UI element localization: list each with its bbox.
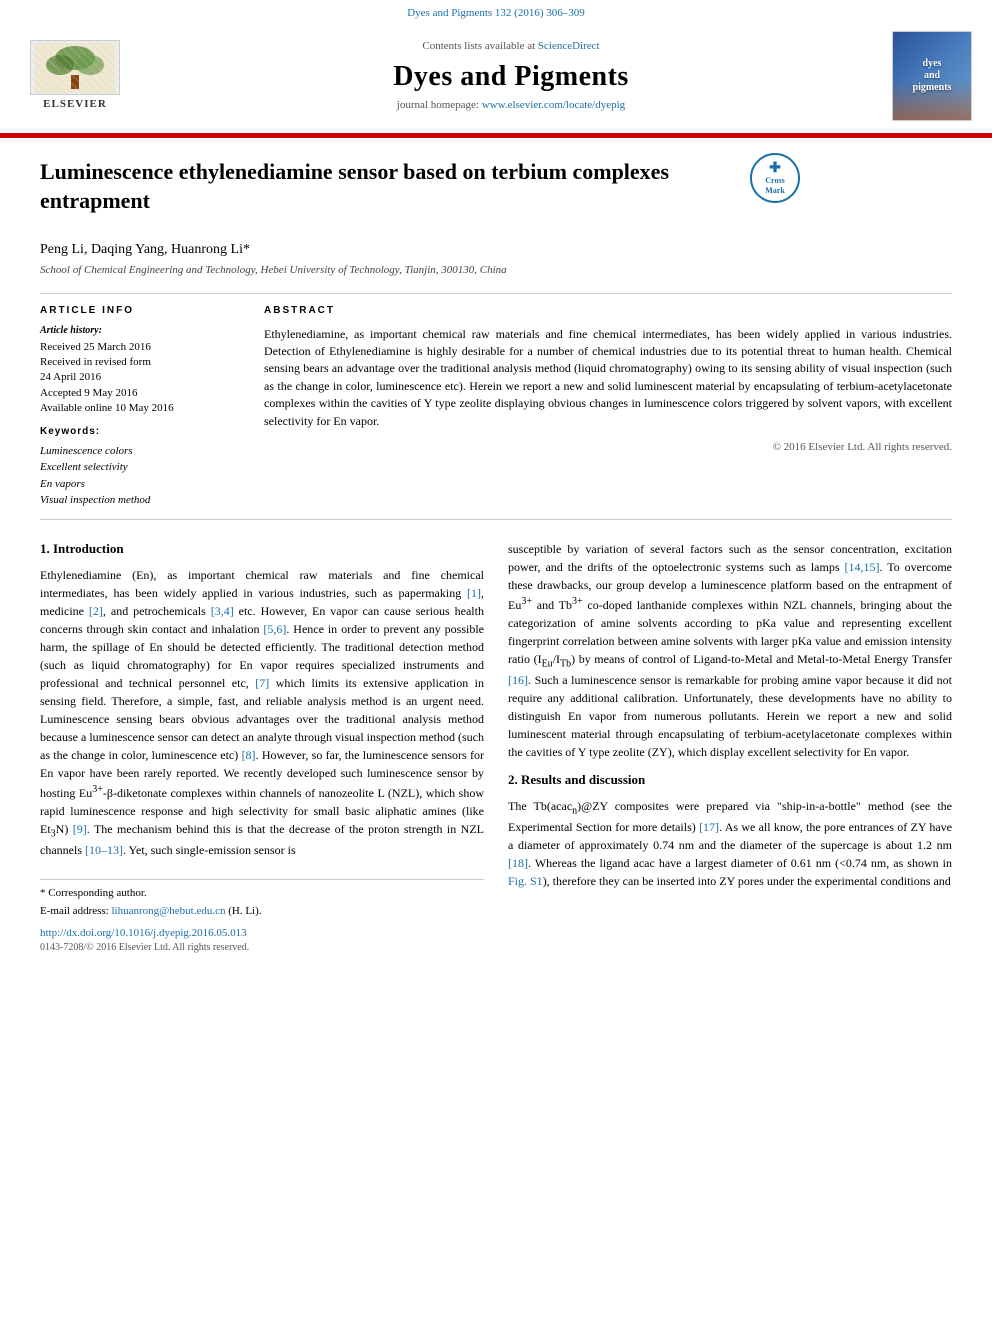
history-group: Article history: Received 25 March 2016 …	[40, 324, 240, 417]
article-body: Luminescence ethylenediamine sensor base…	[0, 138, 992, 975]
section2-paragraph-1: The Tb(acacn)@ZY composites were prepare…	[508, 797, 952, 890]
received-revised-label: Received in revised form	[40, 355, 240, 370]
email-label: E-mail address:	[40, 905, 109, 917]
journal-homepage-link[interactable]: www.elsevier.com/locate/dyepig	[482, 99, 625, 111]
available-online-line: Available online 10 May 2016	[40, 401, 240, 416]
science-direct-link[interactable]: ScienceDirect	[538, 40, 600, 52]
ref-3-4[interactable]: [3,4]	[211, 604, 234, 618]
affiliation: School of Chemical Engineering and Techn…	[40, 263, 952, 278]
doi-line: http://dx.doi.org/10.1016/j.dyepig.2016.…	[40, 926, 484, 941]
footnote-area: * Corresponding author. E-mail address: …	[40, 879, 484, 955]
authors: Peng Li, Daqing Yang, Huanrong Li*	[40, 240, 952, 260]
ref-9[interactable]: [9]	[73, 822, 87, 836]
title-row: Luminescence ethylenediamine sensor base…	[40, 158, 952, 229]
body-left-column: 1. Introduction Ethylenediamine (En), as…	[40, 540, 484, 956]
journal-header: Dyes and Pigments 132 (2016) 306–309 ELS…	[0, 0, 992, 135]
keyword-3: En vapors	[40, 476, 240, 493]
section2-title: 2. Results and discussion	[508, 771, 952, 789]
elsevier-logo: ELSEVIER	[20, 40, 130, 112]
article-info: ARTICLE INFO Article history: Received 2…	[40, 304, 240, 509]
elsevier-brand-text: ELSEVIER	[43, 97, 107, 112]
journal-citation: Dyes and Pigments 132 (2016) 306–309	[407, 7, 585, 19]
thumbnail-label: dyes and pigments	[913, 58, 952, 94]
received-revised-date: 24 April 2016	[40, 370, 240, 385]
header-main: ELSEVIER Contents lists available at Sci…	[0, 23, 992, 129]
keywords-section: Keywords: Luminescence colors Excellent …	[40, 425, 240, 509]
abstract-section: ABSTRACT Ethylenediamine, as important c…	[264, 304, 952, 509]
ref-18[interactable]: [18]	[508, 856, 528, 870]
ref-17[interactable]: [17]	[699, 820, 719, 834]
email-suffix: (H. Li).	[228, 905, 261, 917]
journal-top-bar: Dyes and Pigments 132 (2016) 306–309	[0, 0, 992, 23]
copyright-line: © 2016 Elsevier Ltd. All rights reserved…	[264, 440, 952, 455]
keyword-1: Luminescence colors	[40, 443, 240, 460]
keywords-title: Keywords:	[40, 425, 240, 439]
page: Dyes and Pigments 132 (2016) 306–309 ELS…	[0, 0, 992, 975]
accepted-line: Accepted 9 May 2016	[40, 386, 240, 401]
email-link[interactable]: lihuanrong@hebut.edu.cn	[111, 905, 225, 917]
email-line: E-mail address: lihuanrong@hebut.edu.cn …	[40, 904, 484, 919]
article-info-title: ARTICLE INFO	[40, 304, 240, 318]
received-line: Received 25 March 2016	[40, 340, 240, 355]
ref-1[interactable]: [1]	[467, 586, 481, 600]
doi-link[interactable]: http://dx.doi.org/10.1016/j.dyepig.2016.…	[40, 927, 247, 939]
ref-7[interactable]: [7]	[255, 676, 269, 690]
section1-right-paragraph: susceptible by variation of several fact…	[508, 540, 952, 761]
info-abstract-section: ARTICLE INFO Article history: Received 2…	[40, 304, 952, 509]
ref-16[interactable]: [16]	[508, 673, 528, 687]
body-columns: 1. Introduction Ethylenediamine (En), as…	[40, 540, 952, 956]
journal-title: Dyes and Pigments	[140, 57, 882, 96]
history-title: Article history:	[40, 324, 240, 338]
ref-2[interactable]: [2]	[89, 604, 103, 618]
issn-line: 0143-7208/© 2016 Elsevier Ltd. All right…	[40, 941, 484, 955]
section1-paragraph-1: Ethylenediamine (En), as important chemi…	[40, 566, 484, 859]
crossmark-badge: ✚ CrossMark	[750, 153, 800, 203]
body-right-column: susceptible by variation of several fact…	[508, 540, 952, 956]
ref-14-15[interactable]: [14,15]	[844, 560, 879, 574]
section1-title: 1. Introduction	[40, 540, 484, 558]
divider-2	[40, 519, 952, 520]
elsevier-tree-icon	[35, 43, 115, 93]
keyword-2: Excellent selectivity	[40, 459, 240, 476]
header-center: Contents lists available at ScienceDirec…	[140, 39, 882, 113]
divider-1	[40, 293, 952, 294]
abstract-title: ABSTRACT	[264, 304, 952, 318]
journal-homepage: journal homepage: www.elsevier.com/locat…	[140, 98, 882, 113]
article-title: Luminescence ethylenediamine sensor base…	[40, 158, 740, 215]
abstract-text: Ethylenediamine, as important chemical r…	[264, 326, 952, 430]
keyword-4: Visual inspection method	[40, 492, 240, 509]
ref-10-13[interactable]: [10–13]	[85, 843, 123, 857]
corresponding-author: * Corresponding author.	[40, 886, 484, 901]
fig-s1-link[interactable]: Fig. S1	[508, 874, 543, 888]
contents-available-text: Contents lists available at ScienceDirec…	[140, 39, 882, 54]
journal-thumbnail: dyes and pigments	[892, 31, 972, 121]
ref-8[interactable]: [8]	[242, 748, 256, 762]
ref-5-6[interactable]: [5,6]	[263, 622, 286, 636]
elsevier-logo-image	[30, 40, 120, 95]
